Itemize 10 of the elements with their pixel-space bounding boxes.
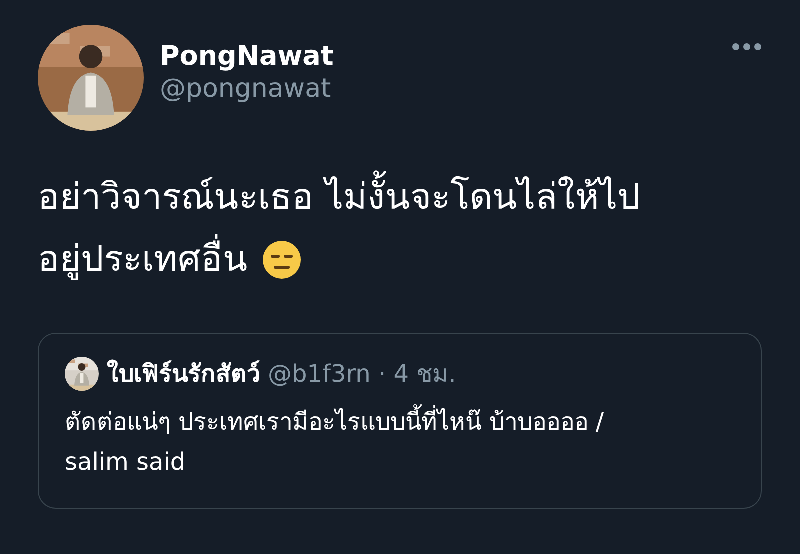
quoted-handle-time: @b1f3rn · 4 ชม.: [268, 359, 456, 390]
tweet-text: อย่าวิจารณ์นะเธอ ไม่งั้นจะโดนไล่ให้ไป: [38, 167, 640, 229]
quoted-tweet-card[interactable]: ใบเฟิร์นรักสัตว์ @b1f3rn · 4 ชม. ตัดต่อแน่ๆ ประเทศเรามีอะไรแบบนี้ที่ไหน๊ บ้าบออออ / salim said: [38, 333, 762, 509]
tweet-text: อยู่ประเทศอื่น: [38, 229, 248, 291]
more-icon[interactable]: [732, 43, 762, 51]
author-handle[interactable]: @pongnawat: [160, 73, 334, 108]
author-name[interactable]: PongNawat: [160, 41, 334, 74]
quoted-author-name: ใบเฟิร์นรักสัตว์: [107, 358, 260, 390]
quoted-tweet-text: ตัดต่อแน่ๆ ประเทศเรามีอะไรแบบนี้ที่ไหน๊ บ้าบออออ / salim said: [65, 402, 675, 482]
expressionless-emoji-icon: [262, 240, 302, 280]
